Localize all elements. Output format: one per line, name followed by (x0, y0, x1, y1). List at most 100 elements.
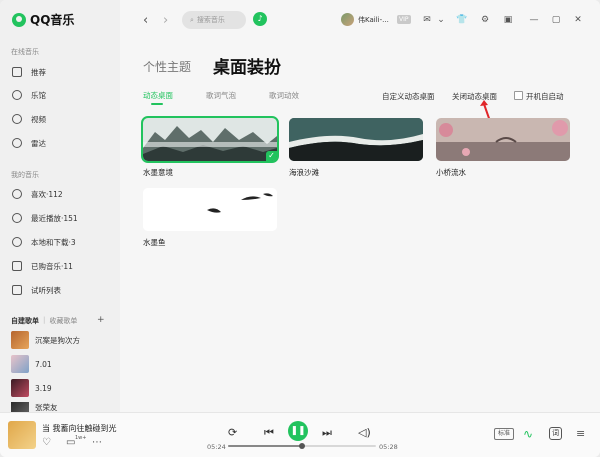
mini-mode-icon[interactable]: ▣ (501, 13, 515, 27)
sidebar-item-local[interactable]: 本地和下载·3 (12, 236, 76, 248)
tab-collected-playlists[interactable]: 收藏歌单 (49, 316, 77, 326)
audio-effect-icon[interactable]: ∿ (523, 427, 533, 441)
tab-dynamic-desktop[interactable]: 动态桌面 (143, 90, 173, 101)
playlist-item[interactable]: 3.19 (11, 379, 52, 397)
theme-card-bridge-water[interactable] (436, 118, 570, 161)
ink-landscape-thumbnail (143, 118, 277, 161)
heart-icon (12, 189, 22, 199)
chevron-down-icon[interactable]: ⌄ (434, 13, 448, 27)
sidebar-item-radar[interactable]: 雷达 (12, 137, 46, 149)
tab-lyric-bubble[interactable]: 歌词气泡 (206, 90, 236, 101)
settings-icon[interactable]: ⚙ (478, 13, 492, 27)
minimize-icon[interactable]: — (527, 13, 541, 27)
app-logo: QQ音乐 (12, 11, 74, 28)
sidebar-item-recommend[interactable]: 推荐 (12, 66, 46, 78)
playlist-label: 7.01 (35, 359, 52, 369)
close-icon[interactable]: ✕ (571, 13, 585, 27)
sidebar-item-label: 乐馆 (31, 90, 46, 100)
compass-icon (12, 90, 22, 100)
list-icon (12, 285, 22, 295)
autostart-label: 开机自启动 (526, 92, 564, 101)
quality-button[interactable]: 标准 (494, 428, 515, 440)
tab-lyric-effect[interactable]: 歌词动效 (269, 90, 299, 101)
sidebar-item-label: 本地和下载·3 (31, 237, 76, 247)
tab-created-playlists[interactable]: 自建歌单 (11, 316, 39, 326)
app-window: QQ音乐 在线音乐 推荐 乐馆 视频 雷达 我的音乐 喜欢·112 最近播放·1… (0, 0, 600, 457)
beach-thumbnail (289, 118, 423, 161)
theme-card-ink-scene[interactable]: ✓ (141, 116, 279, 163)
search-placeholder: 搜索音乐 (196, 16, 225, 24)
selected-check-icon: ✓ (266, 151, 277, 161)
bag-icon (12, 261, 22, 271)
next-icon[interactable]: ⏭ (322, 426, 332, 440)
playlist-item[interactable]: 7.01 (11, 355, 52, 373)
username[interactable]: 伟Kaili-... (358, 15, 389, 25)
comment-count: 1w+ (75, 435, 87, 441)
sidebar-item-label: 喜欢·112 (31, 189, 63, 199)
volume-icon[interactable]: ◁) (358, 426, 371, 439)
sidebar-item-video[interactable]: 视频 (12, 113, 46, 125)
back-arrow-icon[interactable]: ‹ (143, 13, 148, 28)
avatar[interactable] (341, 13, 354, 26)
progress-knob[interactable] (299, 443, 305, 449)
theme-card-beach[interactable] (289, 118, 423, 161)
pause-button[interactable]: ❚❚ (288, 421, 308, 441)
heart-icon[interactable]: ♡ (42, 437, 51, 448)
qq-music-logo-icon (12, 12, 26, 27)
more-icon[interactable]: ⋯ (92, 437, 102, 448)
playlist-label: 3.19 (35, 383, 52, 393)
sidebar-item-library[interactable]: 乐馆 (12, 89, 46, 101)
sidebar-item-label: 已购音乐·11 (31, 261, 73, 271)
theme-shirt-icon[interactable]: 👕 (455, 13, 469, 27)
card-label: 小桥流水 (436, 168, 466, 177)
theme-card-ink-fish[interactable] (143, 188, 277, 231)
play-circle-icon (12, 114, 22, 124)
sidebar-item-trial-list[interactable]: 试听列表 (12, 284, 61, 296)
sidebar-item-recent[interactable]: 最近播放·151 (12, 212, 78, 224)
ink-fish-thumbnail (143, 188, 277, 231)
previous-icon[interactable]: ⏮ (264, 426, 274, 440)
page-subtitle[interactable]: 个性主题 (143, 58, 191, 75)
playlist-label: 张荣友 (35, 402, 58, 412)
sidebar-item-label: 推荐 (31, 67, 46, 77)
album-cover[interactable] (8, 421, 36, 449)
autostart-checkbox[interactable] (514, 91, 523, 100)
online-music-title: 在线音乐 (11, 48, 39, 56)
playlist-cover (11, 402, 29, 412)
playlist-item[interactable]: 张荣友 (11, 402, 58, 412)
progress-slider[interactable] (228, 443, 376, 449)
playlist-label: 沉案是狗次方 (35, 335, 80, 345)
lyric-button[interactable]: 词 (549, 427, 562, 440)
playlist-queue-icon[interactable]: ≡ (576, 427, 585, 440)
mail-icon[interactable]: ✉ (420, 13, 434, 27)
active-tab-indicator (151, 103, 163, 105)
player-bar: 当 我蓄向往触碰到光 ♡ ▭ 1w+ ⋯ ⟳ ⏮ ❚❚ ⏭ ◁) 05:24 0… (0, 412, 600, 457)
card-label: 水墨意境 (143, 168, 173, 177)
music-recognition-icon[interactable]: ♪ (253, 12, 267, 26)
elapsed-time: 05:24 (207, 443, 226, 451)
sidebar-item-label: 视频 (31, 114, 46, 124)
vip-badge[interactable]: VIP (397, 15, 411, 24)
my-music-title: 我的音乐 (11, 171, 39, 179)
bridge-water-thumbnail (436, 118, 570, 161)
loop-icon[interactable]: ⟳ (228, 426, 237, 439)
forward-arrow-icon[interactable]: › (163, 13, 168, 28)
maximize-icon[interactable]: ▢ (549, 13, 563, 27)
playlist-tabs: 自建歌单 | 收藏歌单 + (11, 315, 105, 326)
sidebar-item-label: 试听列表 (31, 285, 61, 295)
custom-dynamic-desktop-link[interactable]: 自定义动态桌面 (382, 91, 435, 102)
app-name: QQ音乐 (30, 13, 75, 27)
playlist-cover (11, 355, 29, 373)
add-playlist-icon[interactable]: + (97, 315, 105, 325)
playlist-cover (11, 379, 29, 397)
search-icon: ⌕ (190, 15, 194, 24)
song-title[interactable]: 当 我蓄向往触碰到光 (42, 423, 117, 434)
playlist-item[interactable]: 沉案是狗次方 (11, 331, 80, 349)
sidebar-item-purchased[interactable]: 已购音乐·11 (12, 260, 73, 272)
sidebar-item-liked[interactable]: 喜欢·112 (12, 188, 63, 200)
home-icon (12, 67, 22, 77)
clock-icon (12, 213, 22, 223)
card-label: 水墨鱼 (143, 238, 166, 247)
download-icon (12, 237, 22, 247)
search-input[interactable]: ⌕ 搜索音乐 (182, 11, 246, 29)
